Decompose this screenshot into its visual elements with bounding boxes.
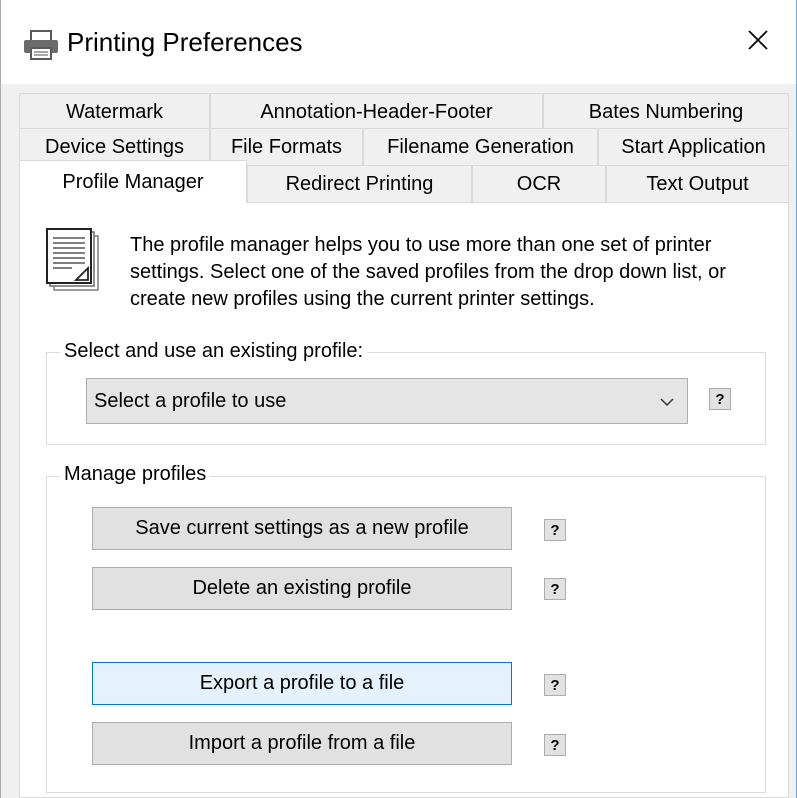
intro-line: The profile manager helps you to use mor… [130, 234, 712, 256]
delete-profile-button[interactable]: Delete an existing profile [92, 567, 512, 610]
import-profile-button[interactable]: Import a profile from a file [92, 722, 512, 765]
tab-bates-numbering[interactable]: Bates Numbering [543, 93, 789, 131]
profile-select-combo[interactable]: Select a profile to use [86, 378, 688, 424]
import-profile-help-button[interactable]: ? [544, 734, 566, 756]
close-icon [747, 29, 769, 56]
window-border [0, 0, 1, 798]
printer-icon [22, 29, 60, 61]
save-profile-help-button[interactable]: ? [544, 519, 566, 541]
tab-start-application[interactable]: Start Application [598, 128, 789, 166]
window-title: Printing Preferences [67, 27, 303, 57]
intro-text: The profile manager helps you to use mor… [130, 232, 785, 313]
tab-text-output[interactable]: Text Output [606, 165, 789, 203]
intro-line: create new profiles using the current pr… [130, 288, 595, 310]
save-profile-button[interactable]: Save current settings as a new profile [92, 507, 512, 550]
delete-profile-help-button[interactable]: ? [544, 578, 566, 600]
tab-profile-manager[interactable]: Profile Manager [19, 160, 247, 203]
select-profile-help-button[interactable]: ? [709, 388, 731, 410]
export-profile-button[interactable]: Export a profile to a file [92, 662, 512, 705]
title-bar: Printing Preferences [0, 0, 797, 84]
tab-redirect-printing[interactable]: Redirect Printing [247, 165, 472, 203]
tab-watermark[interactable]: Watermark [19, 93, 210, 131]
manage-profiles-group-label: Manage profiles [60, 463, 211, 486]
tab-ocr[interactable]: OCR [472, 165, 606, 203]
tab-annotation-header-footer[interactable]: Annotation-Header-Footer [210, 93, 543, 131]
close-button[interactable] [731, 18, 785, 66]
chevron-down-icon [659, 393, 675, 409]
select-profile-group-label: Select and use an existing profile: [60, 340, 368, 363]
document-icon [46, 228, 104, 294]
tab-filename-generation[interactable]: Filename Generation [363, 128, 598, 166]
intro-line: settings. Select one of the saved profil… [130, 261, 726, 283]
profile-select-value: Select a profile to use [94, 390, 287, 412]
export-profile-help-button[interactable]: ? [544, 674, 566, 696]
